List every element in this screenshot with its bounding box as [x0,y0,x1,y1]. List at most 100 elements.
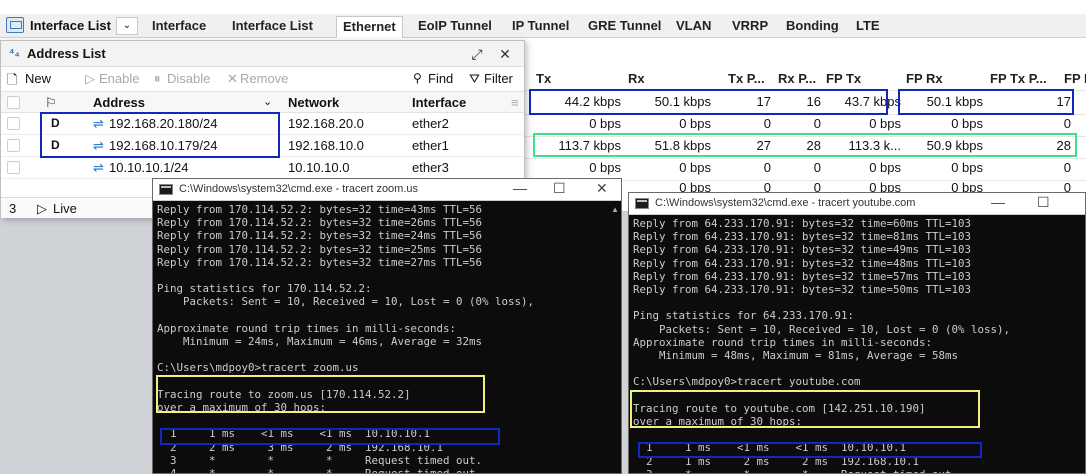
network-icon: ⇌ [93,160,104,175]
console-line: Reply from 64.233.170.91: bytes=32 time=… [633,230,972,244]
filter-button[interactable]: Filter [484,71,513,86]
cmd-titlebar: C:\Windows\system32\cmd.exe - tracert zo… [153,179,621,201]
rx-packets-cell: 0 [813,160,821,175]
highlight-box-hop-2 [160,428,500,445]
close-icon[interactable]: ✕ [596,180,608,197]
flag-icon: ⚐ [45,95,57,110]
console-line: Reply from 64.233.170.91: bytes=32 time=… [633,256,972,270]
column-fp-rx[interactable]: FP Rx [906,68,986,90]
console-icon [159,184,173,195]
fp-rx-cell: 0 bps [951,160,983,175]
highlight-box-trace-header [630,390,980,428]
console-line: Reply from 64.233.170.91: bytes=32 time=… [633,217,972,230]
minimize-icon[interactable]: — [513,180,527,196]
minimize-icon[interactable]: — [991,194,1005,210]
pause-icon: ⏸ [154,71,161,86]
fp-tx-packets-cell: 0 [1063,116,1071,131]
fp-tx-cell: 0 bps [869,116,901,131]
tab-eoip-tunnel[interactable]: EoIP Tunnel [412,16,498,38]
address-cell: 10.10.10.1/24 [109,160,189,175]
cmd-titlebar: C:\Windows\system32\cmd.exe - tracert yo… [629,193,1085,215]
column-rx-packets[interactable]: Rx P... [778,68,826,90]
tab-bonding[interactable]: Bonding [780,16,845,38]
console-line: Minimum = 24ms, Maximum = 46ms, Average … [157,335,483,349]
console-line: Approximate round trip times in milli-se… [633,335,933,349]
console-line: C:\Users\mdpoy0>tracert youtube.com [633,375,861,389]
row-checkbox[interactable] [7,117,20,130]
interface-cell: ether1 [412,138,449,153]
item-count: 3 [9,201,17,216]
fp-rx-cell: 0 bps [951,116,983,131]
tab-interface-list[interactable]: Interface List [226,16,319,38]
network-cell: 192.168.20.0 [288,116,364,131]
interface-cell: ether3 [412,160,449,175]
column-network[interactable]: Network [288,95,339,110]
highlight-box-trace-header [156,375,485,413]
console-line: 4 * * * Request timed out. [157,467,483,474]
rx-cell: 0 bps [679,160,711,175]
highlight-box-hop-2 [638,442,982,458]
address-list-icon: ⁴₄ [9,47,20,59]
highlight-box-ether1-traffic [533,133,1077,157]
column-tx-packets[interactable]: Tx P... [728,68,776,90]
console-line: Approximate round trip times in milli-se… [157,321,457,335]
tab-vlan[interactable]: VLAN [670,16,717,38]
console-line: Reply from 170.114.52.2: bytes=32 time=2… [157,229,483,243]
find-button[interactable]: Find [428,71,453,86]
column-interface[interactable]: Interface [412,95,466,110]
remove-icon: ✕ [227,71,238,86]
divider [525,158,1086,159]
tab-ip-tunnel[interactable]: IP Tunnel [506,16,575,38]
column-fp-tx[interactable]: FP Tx [826,68,906,90]
column-rx[interactable]: Rx [628,68,708,90]
restore-icon[interactable]: ⤢ [467,44,487,64]
tab-ethernet[interactable]: Ethernet [336,16,403,38]
tab-vrrp[interactable]: VRRP [726,16,774,38]
console-line: Reply from 170.114.52.2: bytes=32 time=2… [157,255,483,269]
tab-lte[interactable]: LTE [850,16,886,38]
maximize-icon[interactable]: ☐ [1037,194,1050,211]
console-line: Ping statistics for 170.114.52.2: [157,282,372,296]
play-icon: ▷ [85,71,95,86]
search-icon: ⚲ [413,71,422,85]
select-all-checkbox[interactable] [7,96,20,109]
window-title: Interface List [30,18,111,33]
live-toggle[interactable]: Live [53,201,77,216]
address-titlebar: ⁴₄ Address List ⤢ ✕ [1,41,524,67]
cmd-window-youtube: C:\Windows\system32\cmd.exe - tracert yo… [628,192,1086,474]
enable-button[interactable]: Enable [99,71,139,86]
console-line: Packets: Sent = 10, Received = 10, Lost … [157,295,535,309]
row-checkbox[interactable] [7,161,20,174]
chevron-down-icon[interactable]: ⌄ [263,95,272,108]
remove-button[interactable]: Remove [240,71,288,86]
chevron-down-icon[interactable]: ⌄ [116,17,138,35]
tab-gre-tunnel[interactable]: GRE Tunnel [582,16,667,38]
column-menu-icon[interactable]: ≡ [511,95,519,110]
window-title: Address List [27,46,106,61]
column-fp-rx-packets[interactable]: FP R [1064,68,1086,90]
console-output[interactable]: Reply from 64.233.170.91: bytes=32 time=… [633,217,1071,473]
maximize-icon[interactable]: ☐ [553,180,566,197]
scroll-up-icon[interactable]: ▲ [611,205,619,214]
highlight-box-tx-rx [529,89,888,115]
column-tx[interactable]: Tx [536,68,616,90]
tx-packets-cell: 0 [763,116,771,131]
table-row[interactable]: ⇌ 10.10.10.1/24 10.10.10.0 ether3 [1,157,524,179]
row-checkbox[interactable] [7,139,20,152]
highlight-box-addresses [40,112,280,158]
cmd-title: C:\Windows\system32\cmd.exe - tracert zo… [179,183,419,195]
column-fp-tx-packets[interactable]: FP Tx P... [990,68,1060,90]
new-button[interactable]: New [25,71,51,86]
tab-interface[interactable]: Interface [146,16,212,38]
highlight-box-fp [898,89,1074,115]
disable-button[interactable]: Disable [167,71,210,86]
interface-list-icon [6,17,24,33]
column-address[interactable]: Address [93,95,145,110]
close-icon[interactable]: ✕ [495,44,515,64]
table-row[interactable]: 0 bps 0 bps 0 0 0 bps 0 bps 0 [525,158,1086,180]
